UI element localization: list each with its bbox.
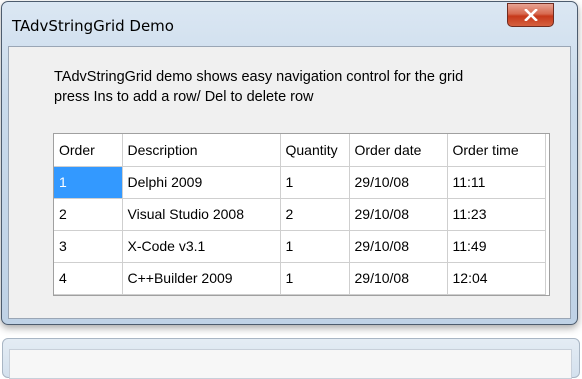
app-window: TAdvStringGrid Demo TAdvStringGrid demo … xyxy=(1,1,578,325)
grid-header-row: Order Description Quantity Order date Or… xyxy=(54,134,546,167)
grid-cell-quantity[interactable]: 1 xyxy=(280,262,350,295)
grid-cell-description[interactable]: Delphi 2009 xyxy=(122,166,281,199)
grid-cell-order-time[interactable]: 11:11 xyxy=(447,166,546,199)
grid-cell-order[interactable]: 2 xyxy=(54,198,123,231)
grid-cell-order[interactable]: 3 xyxy=(54,230,123,263)
grid-row: 3 X-Code v3.1 1 29/10/08 11:49 xyxy=(54,230,546,263)
grid-cell-order-date[interactable]: 29/10/08 xyxy=(349,198,448,231)
grid-cell-order[interactable]: 1 xyxy=(54,166,123,199)
window-title: TAdvStringGrid Demo xyxy=(12,17,174,35)
column-header-order-date[interactable]: Order date xyxy=(349,134,448,167)
grid-row: 1 Delphi 2009 1 29/10/08 11:11 xyxy=(54,166,546,199)
grid-cell-order-time[interactable]: 12:04 xyxy=(447,262,546,295)
column-header-order[interactable]: Order xyxy=(54,134,123,167)
grid-cell-order[interactable]: 4 xyxy=(54,262,123,295)
reflection-client-area xyxy=(9,349,572,379)
grid-cell-quantity[interactable]: 1 xyxy=(280,166,350,199)
close-button[interactable] xyxy=(507,3,554,27)
column-header-quantity[interactable]: Quantity xyxy=(280,134,350,167)
description-line-1: TAdvStringGrid demo shows easy navigatio… xyxy=(54,69,464,85)
string-grid[interactable]: Order Description Quantity Order date Or… xyxy=(53,133,550,296)
close-icon xyxy=(523,9,538,21)
grid-cell-order-date[interactable]: 29/10/08 xyxy=(349,166,448,199)
description-line-2: press Ins to add a row/ Del to delete ro… xyxy=(54,89,314,105)
column-header-description[interactable]: Description xyxy=(122,134,281,167)
grid-cell-quantity[interactable]: 2 xyxy=(280,198,350,231)
grid-cell-description[interactable]: Visual Studio 2008 xyxy=(122,198,281,231)
column-header-order-time[interactable]: Order time xyxy=(447,134,546,167)
grid-cell-order-time[interactable]: 11:49 xyxy=(447,230,546,263)
grid-cell-order-time[interactable]: 11:23 xyxy=(447,198,546,231)
reflection-window xyxy=(2,338,580,379)
grid-cell-order-date[interactable]: 29/10/08 xyxy=(349,262,448,295)
client-area: TAdvStringGrid demo shows easy navigatio… xyxy=(8,46,571,319)
grid-row: 4 C++Builder 2009 1 29/10/08 12:04 xyxy=(54,262,546,295)
title-bar[interactable]: TAdvStringGrid Demo xyxy=(2,2,577,46)
grid-table: Order Description Quantity Order date Or… xyxy=(54,134,546,295)
demo-description: TAdvStringGrid demo shows easy navigatio… xyxy=(54,67,463,107)
grid-cell-description[interactable]: X-Code v3.1 xyxy=(122,230,281,263)
grid-cell-description[interactable]: C++Builder 2009 xyxy=(122,262,281,295)
grid-row: 2 Visual Studio 2008 2 29/10/08 11:23 xyxy=(54,198,546,231)
grid-cell-order-date[interactable]: 29/10/08 xyxy=(349,230,448,263)
grid-cell-quantity[interactable]: 1 xyxy=(280,230,350,263)
